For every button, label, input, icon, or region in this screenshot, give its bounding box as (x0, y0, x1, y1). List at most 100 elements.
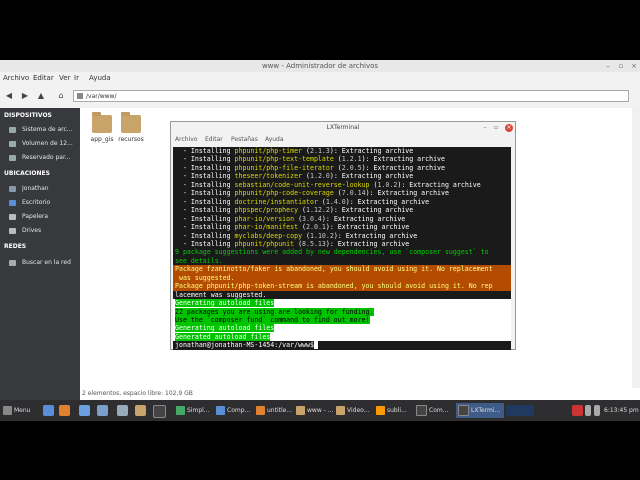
terminal-icon[interactable] (153, 405, 166, 418)
menu-archivo[interactable]: Archivo (3, 74, 29, 82)
task-button[interactable]: subli... (376, 403, 407, 418)
terminal-line: was suggested. (173, 273, 511, 283)
forward-icon[interactable]: ▶ (20, 91, 30, 101)
package-name: sebastian/code-unit-reverse-lookup (234, 180, 370, 189)
menu-pestanas[interactable]: Pestañas (231, 136, 258, 143)
paren: ( (333, 189, 342, 198)
sidebar-heading-places: UBICACIONES (4, 170, 50, 177)
location-input[interactable]: /var/www/ (73, 90, 629, 102)
app-icon (216, 406, 225, 415)
sidebar-item-browse-network[interactable]: Buscar en la red (0, 257, 80, 270)
minimize-button[interactable]: – (481, 124, 489, 132)
app-icon[interactable] (117, 405, 128, 416)
paren: ( (302, 147, 310, 155)
network-icon (9, 260, 16, 266)
task-button[interactable]: Simpl... (176, 403, 210, 418)
paren: ( (294, 239, 303, 248)
start-menu-button[interactable]: Menu (3, 403, 30, 418)
network-icon[interactable] (97, 405, 108, 416)
drive-icon (9, 141, 16, 147)
terminal-prompt[interactable]: jonathan@jonathan-MS-1454:/var/www$ (173, 341, 511, 350)
file-manager-icon[interactable] (135, 405, 146, 416)
package-version: 1.12.2 (306, 206, 330, 215)
terminal-title: LXTerminal (326, 124, 360, 131)
install-suffix: ): Extracting archive (397, 180, 481, 189)
sidebar-item-label: Reservado par... (22, 154, 71, 161)
terminal-output[interactable]: - Installing phpunit/php-timer (2.1.3): … (173, 147, 511, 350)
close-button[interactable]: × (505, 124, 513, 132)
volume-icon[interactable] (594, 405, 600, 416)
task-button[interactable]: www - ... (296, 403, 333, 418)
sublime-icon (376, 406, 385, 415)
terminal-line-text: Generating autoload files (175, 299, 275, 308)
terminal-icon (416, 405, 427, 416)
menu-editar[interactable]: Editar (33, 74, 54, 82)
menu-ver[interactable]: Ver (59, 74, 70, 82)
task-label: subli... (387, 407, 407, 414)
workspace-pager[interactable] (506, 405, 534, 416)
package-name: theseer/tokenizer (234, 172, 303, 181)
install-suffix: ): Extracting archive (361, 163, 445, 172)
scrollbar[interactable] (632, 108, 640, 388)
menu-ir[interactable]: Ir (74, 74, 79, 82)
up-icon[interactable]: ▲ (36, 91, 46, 101)
package-version: 1.10.2 (310, 231, 334, 240)
install-prefix: - Installing (175, 197, 235, 206)
desktop-icon (9, 200, 16, 206)
show-desktop-icon[interactable] (43, 405, 54, 416)
sidebar-item-system[interactable]: Sistema de arc... (0, 124, 80, 137)
home-icon[interactable]: ⌂ (56, 91, 66, 101)
sidebar-item-volume[interactable]: Volumen de 12... (0, 138, 80, 151)
sidebar-heading-devices: DISPOSITIVOS (4, 112, 52, 119)
menu-archivo[interactable]: Archivo (175, 136, 197, 143)
task-label: Video... (347, 407, 370, 414)
package-name: phar-io/manifest (234, 223, 299, 232)
maximize-button[interactable]: ▫ (492, 124, 500, 132)
folder-icon (9, 228, 16, 234)
back-icon[interactable]: ◀ (4, 91, 14, 101)
task-button[interactable]: untitle... (256, 403, 292, 418)
task-button[interactable]: Comp... (216, 403, 250, 418)
sidebar-item-reserved[interactable]: Reservado par... (0, 152, 80, 165)
maximize-button[interactable]: ▫ (617, 62, 625, 70)
drive-icon (9, 127, 16, 133)
menu-ayuda[interactable]: Ayuda (265, 136, 284, 143)
package-name: phpunit/phpunit (234, 239, 295, 248)
task-button[interactable]: Video... (336, 403, 369, 418)
menu-ayuda[interactable]: Ayuda (89, 74, 111, 82)
terminal-line: lacement was suggested. (175, 290, 267, 299)
clock[interactable]: 6:13:45 pm (604, 403, 639, 418)
terminal-menu-bar: Archivo Editar Pestañas Ayuda (171, 134, 515, 146)
install-line: - Installing phpunit/php-code-coverage (… (173, 189, 511, 197)
sidebar-item-label: Papelera (22, 213, 49, 220)
package-version: 3.0.4 (302, 214, 322, 223)
sidebar-item-papelera[interactable]: Papelera (0, 211, 80, 224)
close-button[interactable]: × (630, 62, 638, 70)
install-line: - Installing doctrine/instantiator (1.4.… (173, 198, 511, 206)
folder-icon (92, 112, 112, 133)
task-button[interactable]: Com... (416, 403, 448, 418)
paren: ( (333, 155, 342, 164)
task-button-active[interactable]: LXTermi... (456, 403, 504, 418)
install-suffix: ): Extracting archive (325, 223, 410, 232)
terminal-line: 9 package suggestions were added by new … (175, 248, 489, 257)
menu-editar[interactable]: Editar (205, 136, 223, 143)
package-version: 1.4.0 (325, 197, 346, 206)
install-line: - Installing myclabs/deep-copy (1.10.2):… (173, 232, 511, 240)
terminal-window: LXTerminal – ▫ × Archivo Editar Pestañas… (170, 121, 516, 350)
sidebar-item-escritorio[interactable]: Escritorio (0, 197, 80, 210)
window-title: www - Administrador de archivos (0, 60, 640, 72)
paren: ( (302, 231, 310, 240)
package-version: 2.1.3 (310, 147, 330, 155)
sidebar-item-drives[interactable]: Drives (0, 225, 80, 238)
update-icon[interactable] (572, 405, 583, 416)
minimize-button[interactable]: – (604, 62, 612, 70)
network-status-icon[interactable] (585, 405, 591, 416)
install-suffix: ): Extracting archive (333, 231, 418, 240)
package-version: 1.0.2 (377, 180, 398, 189)
terminal-line-text: Generated autoload files (175, 332, 271, 341)
sidebar-item-jonathan[interactable]: Jonathan (0, 183, 80, 196)
firefox-icon[interactable] (59, 405, 70, 416)
package-version: 2.0.1 (306, 223, 326, 232)
browser-icon[interactable] (79, 405, 90, 416)
